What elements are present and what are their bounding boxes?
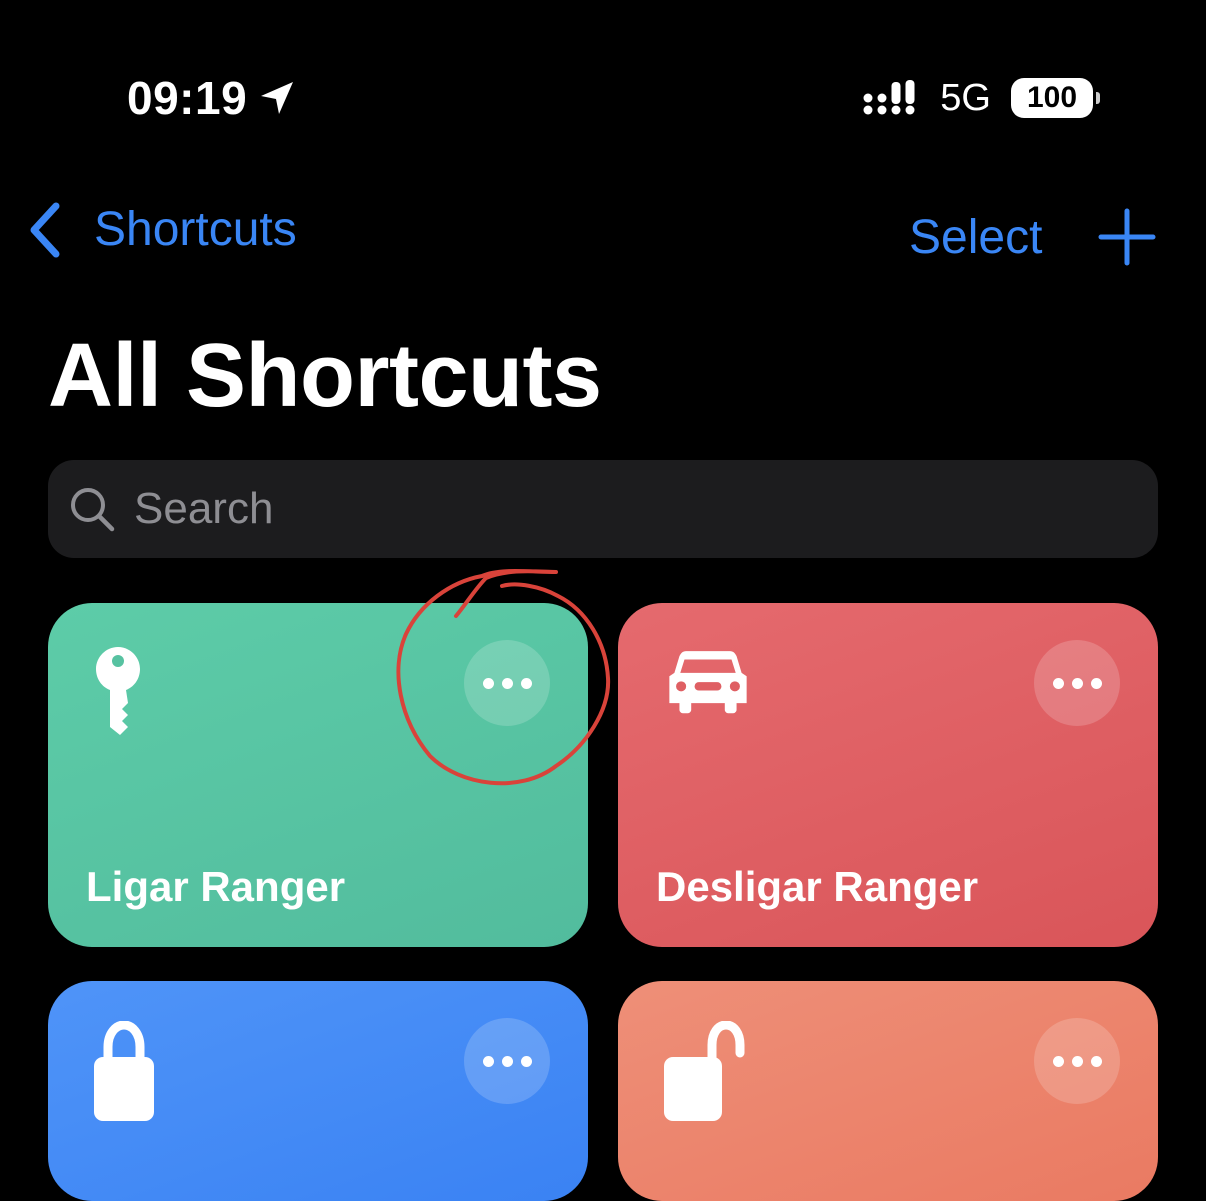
back-button[interactable]: Shortcuts <box>26 200 297 260</box>
dot-icon <box>501 1055 513 1067</box>
back-label: Shortcuts <box>94 203 297 256</box>
lock-icon <box>94 1021 154 1121</box>
time-text: 09:19 <box>127 72 248 124</box>
dot-icon <box>1090 677 1102 689</box>
dot-icon <box>1052 1055 1064 1067</box>
shortcut-tile-desligar-ranger[interactable]: Desligar Ranger <box>618 603 1158 947</box>
dot-icon <box>520 1055 532 1067</box>
car-icon <box>669 651 747 714</box>
dot-icon <box>1090 1055 1102 1067</box>
status-bar: 09:19 5G 100 <box>0 0 1206 150</box>
dot-icon <box>1071 1055 1083 1067</box>
more-options-button[interactable] <box>464 640 550 726</box>
navigation-bar: Shortcuts Select <box>0 190 1206 280</box>
status-indicators: 5G 100 <box>862 74 1100 122</box>
plus-icon[interactable] <box>1098 208 1156 266</box>
location-arrow-icon <box>261 82 294 114</box>
dot-icon <box>520 677 532 689</box>
shortcut-tile-ligar-ranger[interactable]: Ligar Ranger <box>48 603 588 947</box>
search-input[interactable]: Search <box>48 460 1158 558</box>
battery-indicator: 100 <box>1011 78 1100 118</box>
network-type: 5G <box>940 76 991 119</box>
chevron-left-icon <box>30 202 60 258</box>
search-placeholder: Search <box>134 484 274 533</box>
dot-icon <box>501 677 513 689</box>
more-options-button[interactable] <box>464 1018 550 1104</box>
shortcut-label: Desligar Ranger <box>656 863 979 910</box>
dot-icon <box>1071 677 1083 689</box>
search-icon <box>71 488 115 532</box>
page-title: All Shortcuts <box>48 326 602 426</box>
select-button[interactable]: Select <box>909 208 1042 268</box>
dot-icon <box>1052 677 1064 689</box>
key-icon <box>96 647 140 735</box>
more-options-button[interactable] <box>1034 1018 1120 1104</box>
dot-icon <box>482 677 494 689</box>
shortcut-tile-unlock[interactable] <box>618 981 1158 1201</box>
dot-icon <box>482 1055 494 1067</box>
battery-level: 100 <box>1011 78 1093 118</box>
battery-tip-icon <box>1096 92 1100 104</box>
shortcut-label: Ligar Ranger <box>86 863 346 910</box>
more-options-button[interactable] <box>1034 640 1120 726</box>
signal-strength-icon <box>863 80 915 115</box>
shortcut-tile-lock[interactable] <box>48 981 588 1201</box>
status-time: 09:19 <box>127 70 297 126</box>
unlock-icon <box>664 1021 745 1121</box>
